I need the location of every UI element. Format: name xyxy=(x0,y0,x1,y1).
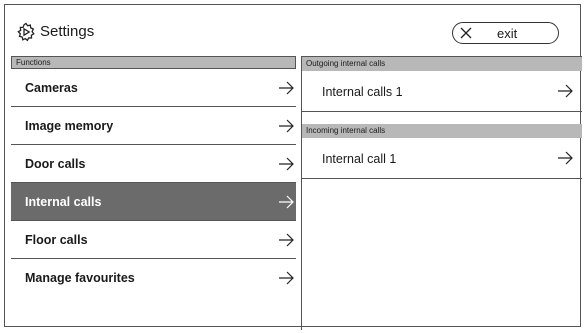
outgoing-section-header: Outgoing internal calls xyxy=(302,57,582,71)
arrow-right-icon xyxy=(279,271,294,285)
arrow-right-icon xyxy=(279,119,294,133)
gear-icon xyxy=(17,22,35,42)
page-title: Settings xyxy=(40,23,95,40)
arrow-right-icon xyxy=(279,195,294,209)
functions-panel: Functions Cameras Image memory Door call… xyxy=(11,56,296,326)
menu-item-floor-calls[interactable]: Floor calls xyxy=(11,221,296,259)
menu-item-manage-favourites[interactable]: Manage favourites xyxy=(11,259,296,297)
menu-item-label: Image memory xyxy=(25,119,114,133)
list-item-internal-calls-1[interactable]: Internal calls 1 xyxy=(302,71,582,112)
list-item-label: Internal call 1 xyxy=(322,152,397,166)
menu-item-label: Floor calls xyxy=(25,233,88,247)
exit-button[interactable]: exit xyxy=(452,22,559,44)
incoming-section-header: Incoming internal calls xyxy=(302,124,582,138)
arrow-right-icon xyxy=(279,157,294,171)
menu-item-door-calls[interactable]: Door calls xyxy=(11,145,296,183)
menu-item-label: Manage favourites xyxy=(25,271,135,285)
menu-item-cameras[interactable]: Cameras xyxy=(11,69,296,107)
arrow-right-icon xyxy=(279,81,294,95)
menu-item-internal-calls[interactable]: Internal calls xyxy=(11,183,296,221)
settings-window: Settings exit Functions Cameras Image me… xyxy=(4,4,582,330)
menu-item-label: Cameras xyxy=(25,81,78,95)
arrow-right-icon xyxy=(558,84,573,98)
list-item-internal-call-1[interactable]: Internal call 1 xyxy=(302,138,582,179)
list-item-label: Internal calls 1 xyxy=(322,85,403,99)
exit-label: exit xyxy=(497,26,518,41)
internal-calls-panel: Outgoing internal calls Internal calls 1… xyxy=(301,56,582,330)
menu-item-image-memory[interactable]: Image memory xyxy=(11,107,296,145)
close-icon xyxy=(460,27,472,39)
functions-section-header: Functions xyxy=(11,56,296,69)
header: Settings exit xyxy=(5,5,580,55)
menu-item-label: Internal calls xyxy=(25,195,102,209)
menu-item-label: Door calls xyxy=(25,157,86,171)
arrow-right-icon xyxy=(558,151,573,165)
arrow-right-icon xyxy=(279,233,294,247)
